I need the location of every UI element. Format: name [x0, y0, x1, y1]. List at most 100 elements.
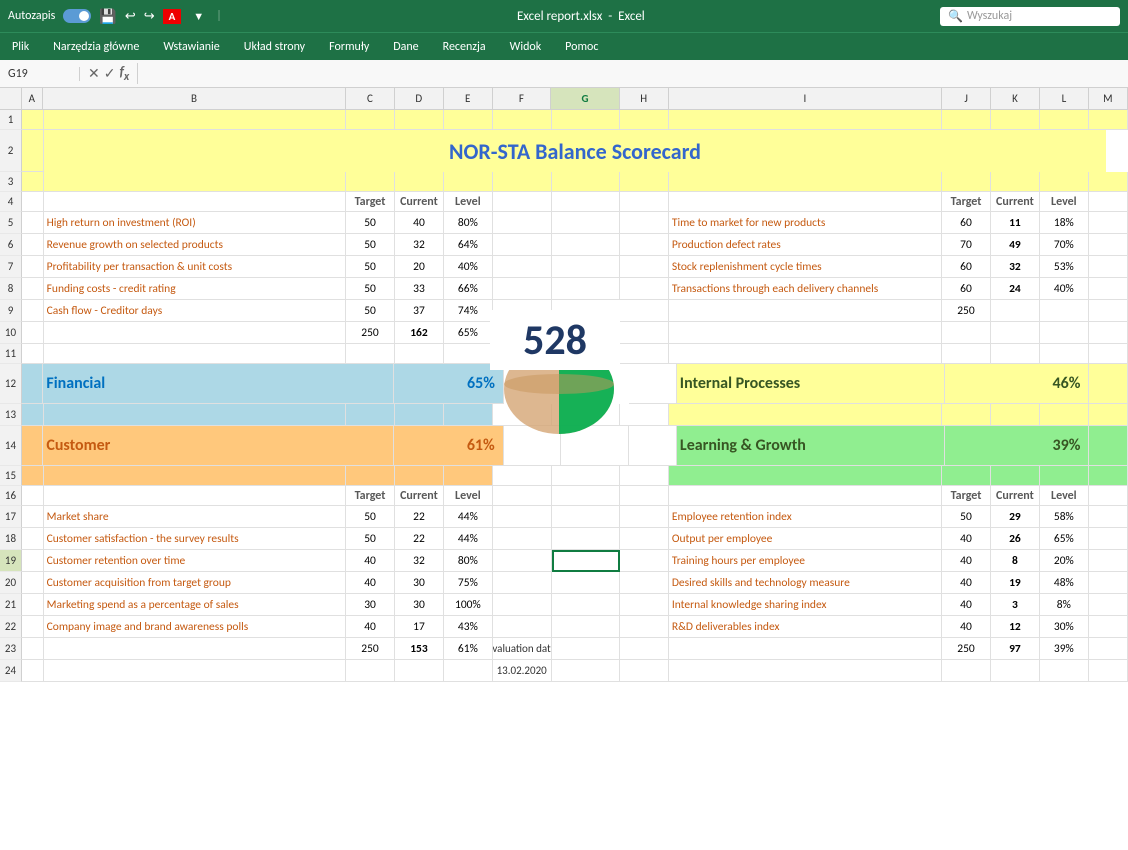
cell-I22[interactable]: R&D deliverables index [669, 616, 942, 638]
cell-H24[interactable] [620, 660, 669, 682]
cell-E23[interactable]: 61% [444, 638, 493, 660]
cell-K3[interactable] [991, 172, 1040, 192]
cell-M16[interactable] [1089, 486, 1128, 506]
cell-M4[interactable] [1089, 192, 1128, 212]
cell-G15[interactable] [552, 466, 620, 486]
cell-D23[interactable]: 153 [395, 638, 444, 660]
cell-J15[interactable] [942, 466, 991, 486]
cell-H14[interactable] [629, 426, 677, 466]
cell-B5[interactable]: High return on investment (ROI) [44, 212, 346, 234]
font-color-btn[interactable]: A [163, 9, 182, 24]
cell-H5[interactable] [620, 212, 669, 234]
col-header-I[interactable]: I [669, 88, 943, 109]
cell-D9[interactable]: 37 [395, 300, 444, 322]
cell-L22[interactable]: 30% [1040, 616, 1089, 638]
cell-H10[interactable] [620, 322, 669, 344]
cell-D20[interactable]: 30 [395, 572, 444, 594]
cell-M23[interactable] [1089, 638, 1128, 660]
cell-I17[interactable]: Employee retention index [669, 506, 942, 528]
cell-C24[interactable] [346, 660, 395, 682]
cell-G24[interactable] [552, 660, 620, 682]
col-header-C[interactable]: C [346, 88, 395, 109]
cell-M10[interactable] [1089, 322, 1128, 344]
cell-E8[interactable]: 66% [444, 278, 493, 300]
cell-L17[interactable]: 58% [1040, 506, 1089, 528]
cell-M22[interactable] [1089, 616, 1128, 638]
cell-J3[interactable] [942, 172, 991, 192]
cell-K6[interactable]: 49 [991, 234, 1040, 256]
cell-A13[interactable] [22, 404, 44, 426]
cell-M24[interactable] [1089, 660, 1128, 682]
cell-M13[interactable] [1089, 404, 1128, 426]
cell-L10[interactable] [1040, 322, 1089, 344]
cell-F5[interactable] [493, 212, 552, 234]
menu-plik[interactable]: Plik [8, 38, 33, 56]
cell-I16[interactable] [669, 486, 942, 506]
cell-I20[interactable]: Desired skills and technology measure [669, 572, 942, 594]
col-header-J[interactable]: J [942, 88, 991, 109]
cell-B24[interactable] [44, 660, 346, 682]
cell-A14[interactable] [22, 426, 43, 466]
cell-J22[interactable]: 40 [942, 616, 991, 638]
cell-A16[interactable] [22, 486, 44, 506]
cell-G4[interactable] [552, 192, 620, 212]
cell-M17[interactable] [1089, 506, 1128, 528]
cell-M21[interactable] [1089, 594, 1128, 616]
cell-H15[interactable] [620, 466, 669, 486]
cell-F21[interactable] [493, 594, 552, 616]
cell-L3[interactable] [1040, 172, 1089, 192]
cell-H3[interactable] [620, 172, 669, 192]
cell-D15[interactable] [395, 466, 444, 486]
cell-B7[interactable]: Profitability per transaction & unit cos… [44, 256, 346, 278]
cell-A9[interactable] [22, 300, 44, 322]
menu-uklad[interactable]: Układ strony [240, 38, 309, 56]
menu-dane[interactable]: Dane [389, 38, 422, 56]
cell-K10[interactable] [991, 322, 1040, 344]
cell-A8[interactable] [22, 278, 44, 300]
cell-I19[interactable]: Training hours per employee [669, 550, 942, 572]
redo-icon[interactable]: ↪ [144, 9, 155, 24]
cell-B21[interactable]: Marketing spend as a percentage of sales [44, 594, 346, 616]
cell-E24[interactable] [444, 660, 493, 682]
cell-E6[interactable]: 64% [444, 234, 493, 256]
cell-L6[interactable]: 70% [1040, 234, 1089, 256]
cell-M5[interactable] [1089, 212, 1128, 234]
cell-F4[interactable] [493, 192, 552, 212]
cell-M8[interactable] [1089, 278, 1128, 300]
cell-J7[interactable]: 60 [942, 256, 991, 278]
cell-L11[interactable] [1040, 344, 1089, 364]
cell-E19[interactable]: 80% [444, 550, 493, 572]
cell-I21[interactable]: Internal knowledge sharing index [669, 594, 942, 616]
cell-F19[interactable] [493, 550, 552, 572]
cell-B3[interactable] [44, 172, 346, 192]
col-header-D[interactable]: D [395, 88, 444, 109]
menu-widok[interactable]: Widok [506, 38, 546, 56]
cell-I8[interactable]: Transactions through each delivery chann… [669, 278, 942, 300]
cell-G16[interactable] [552, 486, 620, 506]
cell-D10[interactable]: 162 [395, 322, 444, 344]
cell-C22[interactable]: 40 [346, 616, 395, 638]
cell-J9[interactable]: 250 [942, 300, 991, 322]
cell-A1[interactable] [22, 110, 44, 130]
cell-D19[interactable]: 32 [395, 550, 444, 572]
cell-C17[interactable]: 50 [346, 506, 395, 528]
cell-K20[interactable]: 19 [991, 572, 1040, 594]
cell-G3[interactable] [552, 172, 620, 192]
insert-function-icon[interactable]: fx [119, 63, 129, 84]
cell-H12[interactable] [629, 364, 677, 404]
cell-E3[interactable] [444, 172, 493, 192]
cell-F17[interactable] [493, 506, 552, 528]
cell-G6[interactable] [552, 234, 620, 256]
cell-G8[interactable] [552, 278, 620, 300]
cell-H7[interactable] [620, 256, 669, 278]
cell-I24[interactable] [669, 660, 942, 682]
menu-narzedzia[interactable]: Narzędzia główne [49, 38, 143, 56]
cell-D8[interactable]: 33 [395, 278, 444, 300]
cell-B18[interactable]: Customer satisfaction - the survey resul… [44, 528, 346, 550]
cell-E9[interactable]: 74% [444, 300, 493, 322]
cell-E1[interactable] [444, 110, 493, 130]
cell-J17[interactable]: 50 [942, 506, 991, 528]
cell-E10[interactable]: 65% [444, 322, 493, 344]
cell-L23[interactable]: 39% [1040, 638, 1089, 660]
cell-M15[interactable] [1089, 466, 1128, 486]
